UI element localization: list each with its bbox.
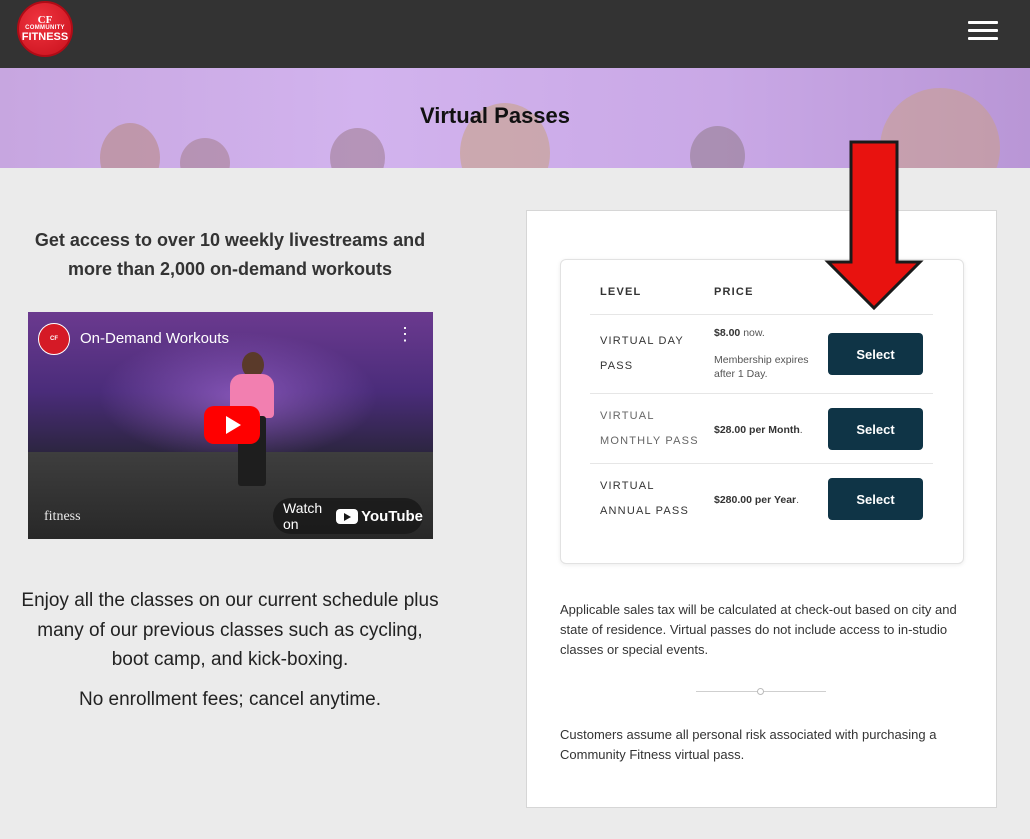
column-header-price: PRICE <box>714 286 754 298</box>
hamburger-menu-icon[interactable] <box>968 21 998 41</box>
video-title[interactable]: On-Demand Workouts <box>80 330 229 347</box>
youtube-play-icon <box>336 508 359 524</box>
red-arrow-icon <box>824 140 924 311</box>
video-watermark: fitness <box>44 509 81 524</box>
table-row-price: $28.00 per Month. <box>714 424 803 436</box>
table-divider <box>590 314 933 315</box>
table-row-level: VIRTUAL ANNUAL PASS <box>600 480 690 517</box>
community-fitness-logo[interactable]: CF COMMUNITY FITNESS <box>17 1 73 57</box>
table-row-note: Membership expires after 1 Day. <box>714 354 809 380</box>
logo-monogram: CF <box>37 14 53 26</box>
top-navigation-bar: CF COMMUNITY FITNESS <box>0 0 1030 68</box>
select-annual-pass-button[interactable]: Select <box>828 478 923 520</box>
risk-disclaimer: Customers assume all personal risk assoc… <box>560 727 937 762</box>
table-row-price: $280.00 per Year. <box>714 494 800 506</box>
page-title: Virtual Passes <box>419 103 571 128</box>
divider-dot-icon <box>757 688 764 695</box>
classes-description: Enjoy all the classes on our current sch… <box>21 590 439 670</box>
watch-on-youtube-button[interactable]: Watch on YouTube <box>273 498 423 534</box>
table-row-price: $8.00 now. Membership expires after 1 Da… <box>714 326 814 381</box>
lead-heading: Get access to over 10 weekly livestreams… <box>34 230 426 279</box>
column-header-level: LEVEL <box>600 286 642 298</box>
youtube-logo: YouTube <box>336 508 423 525</box>
table-divider <box>590 393 933 394</box>
more-options-icon[interactable]: ⋮ <box>396 325 414 343</box>
table-row-level: VIRTUAL MONTHLY PASS <box>600 410 699 447</box>
select-day-pass-button[interactable]: Select <box>828 333 923 375</box>
table-row-level: VIRTUAL DAY PASS <box>600 335 684 372</box>
channel-avatar[interactable]: CF <box>38 323 70 355</box>
table-divider <box>590 463 933 464</box>
select-monthly-pass-button[interactable]: Select <box>828 408 923 450</box>
logo-text-line2: FITNESS <box>21 31 69 43</box>
play-button[interactable] <box>204 406 260 444</box>
youtube-video-embed[interactable]: CF On-Demand Workouts ⋮ fitness Watch on… <box>28 312 433 539</box>
sales-tax-note: Applicable sales tax will be calculated … <box>560 602 957 657</box>
watch-on-label: Watch on <box>283 500 323 532</box>
no-fees-text: No enrollment fees; cancel anytime. <box>78 689 382 710</box>
